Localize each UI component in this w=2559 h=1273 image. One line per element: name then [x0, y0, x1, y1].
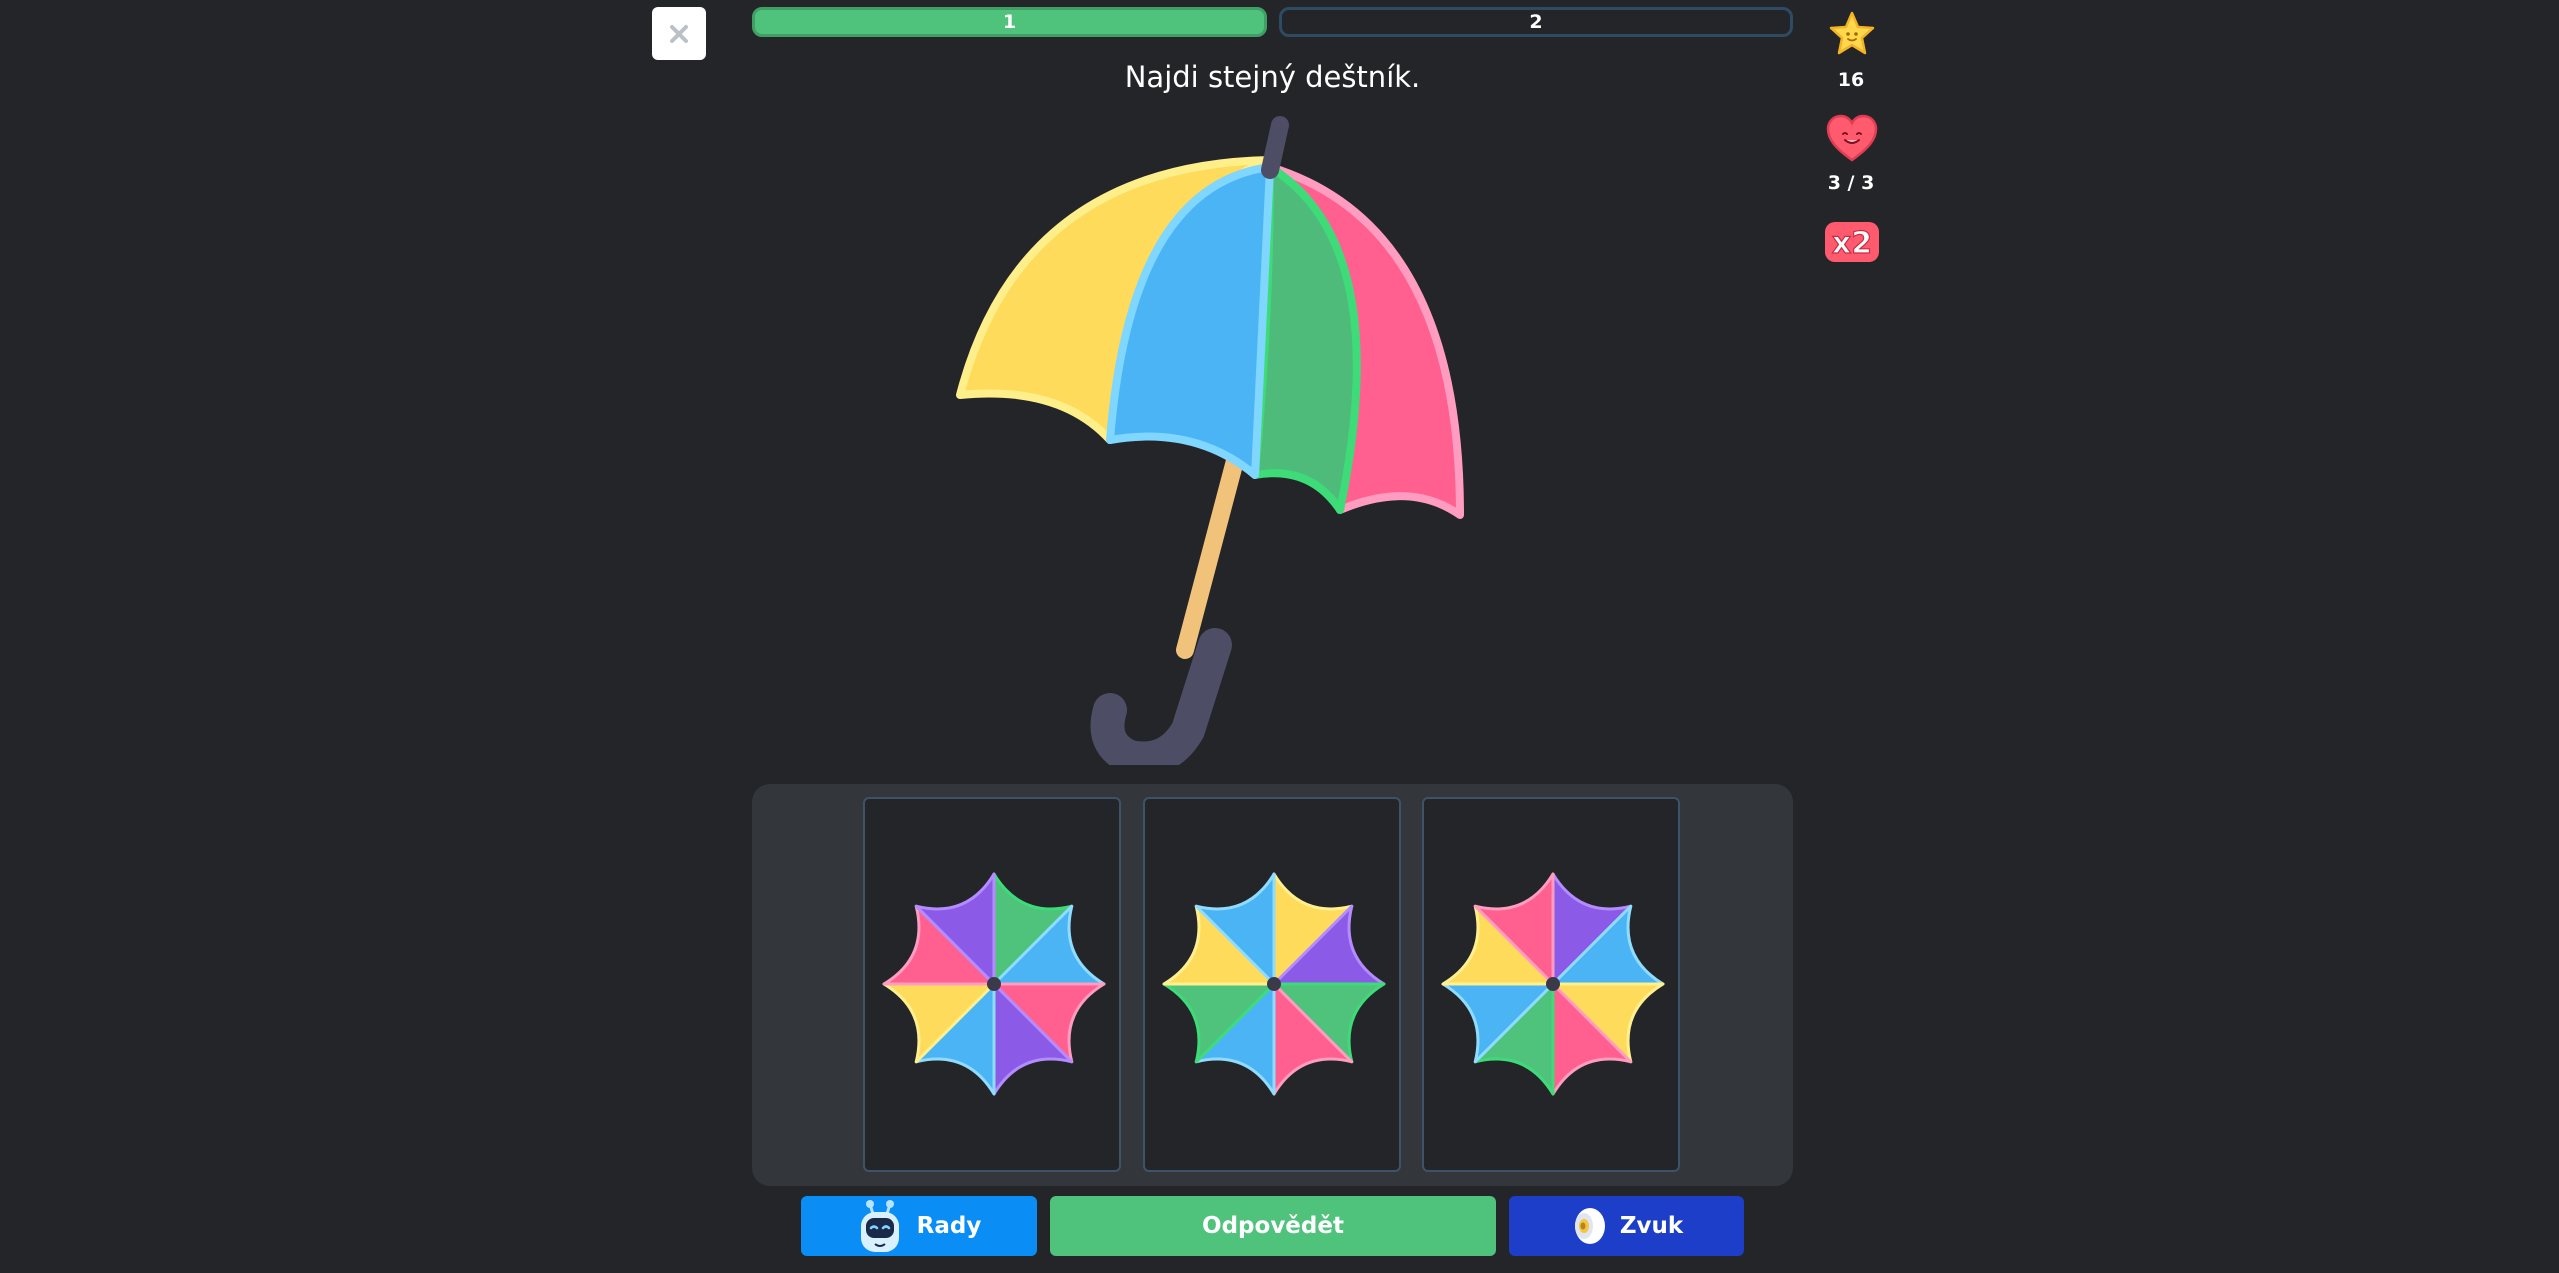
stars-count: 16 — [1837, 69, 1865, 91]
game-screen: 1 2 Najdi stejný deštník. 16 3 / 3 x2 Ra… — [0, 0, 2559, 1273]
choice-card-3[interactable] — [1422, 797, 1680, 1172]
progress-step-2-label: 2 — [1529, 11, 1543, 33]
progress-step-1-label: 1 — [1002, 11, 1017, 33]
lives-count: 3 / 3 — [1827, 172, 1875, 194]
progress-step-1: 1 — [752, 7, 1267, 37]
speaker-icon — [1574, 1208, 1605, 1244]
answer-button-label: Odpovědět — [1202, 1213, 1344, 1239]
answer-button[interactable]: Odpovědět — [1050, 1196, 1496, 1256]
sound-button[interactable]: Zvuk — [1509, 1196, 1744, 1256]
progress-step-2: 2 — [1279, 7, 1793, 37]
multiplier-text: x2 — [1832, 226, 1872, 261]
umbrella-option-1-image — [882, 872, 1106, 1096]
close-button[interactable] — [652, 7, 706, 60]
umbrella-option-3-image — [1441, 872, 1665, 1096]
hints-button[interactable]: Rady — [801, 1196, 1037, 1256]
choice-card-2[interactable] — [1143, 797, 1401, 1172]
target-umbrella-image — [956, 116, 1464, 765]
heart-icon — [1826, 114, 1878, 162]
hints-button-label: Rady — [916, 1213, 982, 1239]
multiplier-badge: x2 — [1825, 222, 1879, 262]
umbrella-center — [1546, 977, 1560, 991]
robot-icon — [860, 1200, 899, 1252]
sound-button-label: Zvuk — [1619, 1213, 1684, 1239]
umbrella-center — [1267, 977, 1281, 991]
task-prompt: Najdi stejný deštník. — [1124, 60, 1421, 94]
choices-panel — [752, 784, 1793, 1186]
umbrella-center — [987, 977, 1001, 991]
choice-card-1[interactable] — [863, 797, 1121, 1172]
close-icon — [670, 24, 688, 43]
umbrella-option-2-image — [1162, 872, 1386, 1096]
star-icon — [1829, 11, 1875, 55]
